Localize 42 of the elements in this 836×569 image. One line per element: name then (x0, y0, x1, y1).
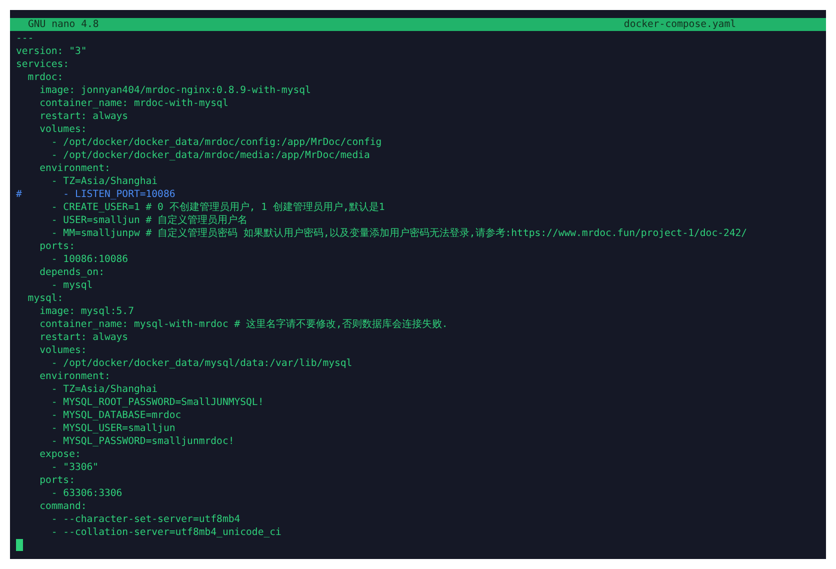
code-line: image: jonnyan404/mrdoc-nginx:0.8.9-with-mysql (38, 85, 311, 96)
code-line: - 63306:3306 (50, 488, 122, 499)
code-line: restart: always (38, 332, 128, 343)
code-line: - /opt/docker/docker_data/mrdoc/config:/app/MrDoc/config (50, 137, 382, 148)
code-line: - MYSQL_USER=smalljun (50, 423, 176, 434)
code-line: depends_on: (38, 267, 104, 278)
code-line: - TZ=Asia/Shanghai (50, 384, 158, 395)
code-line: - MYSQL_PASSWORD=smalljunmrdoc! (50, 436, 234, 447)
code-line: container_name: mysql-with-mrdoc # 这里名字请不要修改,否则数据库会连接失败. (38, 319, 448, 330)
code-line: command: (38, 501, 87, 512)
code-line: mysql: (26, 293, 64, 304)
code-line: - USER=smalljun # 自定义管理员用户名 (50, 215, 248, 226)
comment-line: # - LISTEN_PORT=10086 (16, 189, 176, 200)
code-line: - MYSQL_ROOT_PASSWORD=SmallJUNMYSQL! (50, 397, 264, 408)
code-line: restart: always (38, 111, 128, 122)
code-line: ports: (38, 475, 75, 486)
code-line: mrdoc: (26, 72, 64, 83)
code-line: - /opt/docker/docker_data/mrdoc/media:/app/MrDoc/media (50, 150, 370, 161)
code-line: - --character-set-server=utf8mb4 (50, 514, 240, 525)
code-line: expose: (38, 449, 81, 460)
app-version: GNU nano 4.8 (28, 18, 99, 31)
code-line: - MM=smalljunpw # 自定义管理员密码 如果默认用户密码,以及变量添加用户密码无法登录,请参考:https://www.mrdoc.fun/project-1/doc-242/ (50, 228, 748, 239)
code-line: services: (16, 59, 70, 70)
code-line: version: "3" (16, 46, 87, 57)
code-line: --- (16, 33, 34, 44)
code-line: environment: (38, 371, 110, 382)
code-line: - CREATE_USER=1 # 0 不创建管理员用户, 1 创建管理员用户,默认是1 (50, 202, 385, 213)
code-line: volumes: (38, 124, 87, 135)
code-line: - /opt/docker/docker_data/mysql/data:/var/lib/mysql (50, 358, 352, 369)
code-line: - --collation-server=utf8mb4_unicode_ci (50, 527, 282, 538)
code-line: volumes: (38, 345, 87, 356)
code-line: ports: (38, 241, 75, 252)
code-line: environment: (38, 163, 110, 174)
code-line: image: mysql:5.7 (38, 306, 134, 317)
code-line: - mysql (50, 280, 93, 291)
file-name: docker-compose.yaml (624, 18, 736, 31)
code-line: - "3306" (50, 462, 99, 473)
code-line: container_name: mrdoc-with-mysql (38, 98, 228, 109)
code-line: - 10086:10086 (50, 254, 128, 265)
text-cursor (16, 539, 23, 551)
code-line: - MYSQL_DATABASE=mrdoc (50, 410, 182, 421)
code-line: - TZ=Asia/Shanghai (50, 176, 158, 187)
